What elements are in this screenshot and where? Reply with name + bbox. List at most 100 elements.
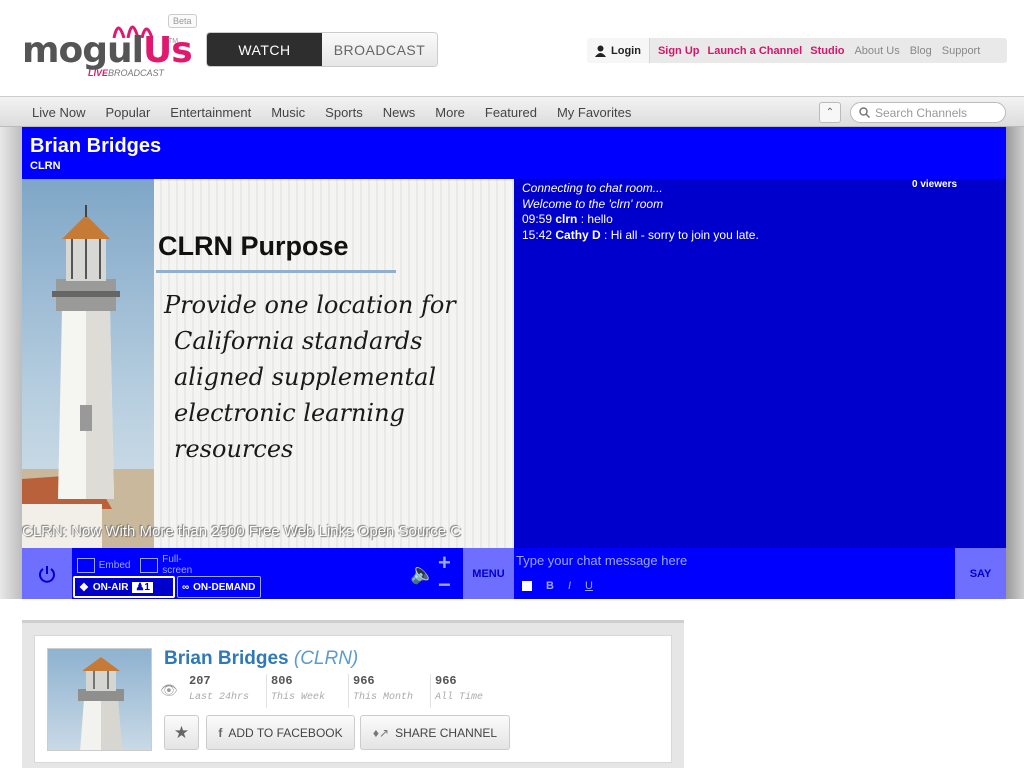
bold-button[interactable]: B bbox=[546, 580, 554, 592]
channel-thumbnail[interactable] bbox=[47, 648, 152, 751]
menu-button[interactable]: MENU bbox=[463, 548, 514, 599]
search-icon bbox=[859, 107, 870, 118]
power-icon bbox=[39, 565, 55, 583]
favorite-button[interactable]: ★ bbox=[164, 715, 199, 750]
facebook-icon: f bbox=[218, 725, 223, 740]
chat-room: 0 viewers Connecting to chat room... Wel… bbox=[514, 179, 1006, 548]
star-icon: ★ bbox=[173, 722, 190, 742]
format-toolbar: B I U bbox=[522, 580, 593, 592]
slide-title: CLRN Purpose bbox=[158, 231, 349, 261]
channel-info-card: Brian Bridges (CLRN) 👁 207 Last 24hrs 80… bbox=[34, 635, 672, 763]
slide-divider bbox=[156, 270, 396, 273]
channel-info-panel: Brian Bridges (CLRN) 👁 207 Last 24hrs 80… bbox=[22, 620, 684, 768]
chat-compose: B I U bbox=[514, 548, 955, 599]
fullscreen-label[interactable]: Full-screen bbox=[162, 554, 211, 576]
slide-line: resources bbox=[174, 435, 294, 463]
nav-featured[interactable]: Featured bbox=[485, 105, 537, 120]
tape-icon: ∞ bbox=[182, 581, 190, 593]
video-player[interactable]: CLRN Purpose Provide one location for Ca… bbox=[22, 179, 514, 548]
stat-this-week: 806 This Week bbox=[267, 674, 349, 708]
underline-button[interactable]: U bbox=[585, 580, 593, 592]
view-stats: 207 Last 24hrs 806 This Week 966 This Mo… bbox=[185, 674, 513, 708]
chat-system-line: Connecting to chat room... bbox=[522, 181, 663, 195]
nav-sports[interactable]: Sports bbox=[325, 105, 363, 120]
nav-entertainment[interactable]: Entertainment bbox=[170, 105, 251, 120]
on-air-button[interactable]: ❖ ON-AIR ♟1 bbox=[73, 576, 175, 598]
search-box bbox=[850, 102, 1006, 123]
chat-log: Connecting to chat room... Welcome to th… bbox=[522, 181, 922, 243]
stat-all-time: 966 All Time bbox=[435, 674, 484, 703]
studio-link[interactable]: Studio bbox=[810, 45, 844, 57]
nav-more[interactable]: More bbox=[435, 105, 465, 120]
channel-subtitle: CLRN bbox=[30, 160, 61, 172]
site-header: mogulUs Beta TM LIVEBROADCAST WATCH BROA… bbox=[0, 0, 1024, 96]
on-air-label: ON-AIR bbox=[92, 581, 129, 593]
add-to-facebook-button[interactable]: f ADD TO FACEBOOK bbox=[206, 715, 355, 750]
power-button[interactable] bbox=[22, 548, 72, 599]
channel-title: Brian Bridges bbox=[30, 135, 162, 157]
broadcast-icon: ❖ bbox=[79, 581, 89, 594]
nav-news[interactable]: News bbox=[383, 105, 416, 120]
stream-options: Embed Full-screen ❖ ON-AIR ♟1 ∞ ON-DEMAN… bbox=[73, 550, 261, 598]
blog-link[interactable]: Blog bbox=[910, 45, 932, 57]
stat-last-24hrs: 207 Last 24hrs bbox=[185, 674, 267, 708]
chat-system-line: Welcome to the 'clrn' room bbox=[522, 196, 664, 211]
share-icon: ♦↗ bbox=[372, 725, 390, 740]
broadcast-tab[interactable]: BROADCAST bbox=[322, 33, 437, 66]
channel-header: Brian Bridges CLRN bbox=[22, 127, 1006, 179]
frame-right-edge bbox=[1006, 127, 1024, 599]
eye-icon: 👁 bbox=[160, 682, 178, 698]
signup-link[interactable]: Sign Up bbox=[658, 45, 700, 57]
slide-line: California standards bbox=[174, 327, 423, 355]
nav-music[interactable]: Music bbox=[271, 105, 305, 120]
logo-wordmark: mogulUs bbox=[22, 30, 193, 71]
account-links: Login Sign Up Launch a Channel Studio Ab… bbox=[587, 38, 1007, 63]
lighthouse-image bbox=[22, 179, 154, 548]
live-viewer-count: ♟1 bbox=[132, 581, 153, 593]
chat-message-input[interactable] bbox=[516, 550, 946, 570]
nav-live-now[interactable]: Live Now bbox=[32, 105, 85, 120]
on-demand-button[interactable]: ∞ ON-DEMAND bbox=[177, 576, 261, 598]
stat-this-month: 966 This Month bbox=[349, 674, 431, 708]
collapse-up-icon[interactable]: ⌃ bbox=[819, 102, 841, 123]
share-label: SHARE CHANNEL bbox=[395, 725, 498, 740]
volume-icon[interactable]: 🔈 bbox=[410, 561, 435, 586]
say-button[interactable]: SAY bbox=[955, 548, 1006, 599]
slide-body: Provide one location for California stan… bbox=[164, 287, 504, 467]
italic-button[interactable]: I bbox=[568, 580, 571, 592]
support-link[interactable]: Support bbox=[942, 45, 981, 57]
nav-popular[interactable]: Popular bbox=[105, 105, 150, 120]
fullscreen-icon[interactable] bbox=[140, 557, 159, 573]
share-channel-button[interactable]: ♦↗ SHARE CHANNEL bbox=[360, 715, 510, 750]
mode-toggle: WATCH BROADCAST bbox=[206, 32, 438, 67]
volume-down-icon[interactable]: − bbox=[438, 572, 451, 598]
slide-line: electronic learning bbox=[174, 399, 405, 427]
nav-my-favorites[interactable]: My Favorites bbox=[557, 105, 631, 120]
news-ticker: CLRN: Now With More than 2500 Free Web L… bbox=[22, 523, 462, 540]
mogulus-logo[interactable]: mogulUs Beta TM LIVEBROADCAST bbox=[22, 14, 197, 82]
about-link[interactable]: About Us bbox=[854, 45, 899, 57]
embed-label[interactable]: Embed bbox=[99, 560, 131, 571]
slide-line: aligned supplemental bbox=[174, 363, 437, 391]
watch-tab[interactable]: WATCH bbox=[207, 33, 322, 66]
launch-channel-link[interactable]: Launch a Channel bbox=[708, 45, 803, 57]
embed-icon[interactable] bbox=[77, 557, 95, 573]
lighthouse-thumbnail-icon bbox=[78, 657, 124, 750]
logo-tagline: LIVEBROADCAST bbox=[88, 68, 165, 78]
card-channel-name[interactable]: Brian Bridges (CLRN) bbox=[164, 648, 358, 670]
slide-line: Provide one location for bbox=[164, 291, 456, 319]
login-label: Login bbox=[611, 44, 641, 57]
category-nav: Live Now Popular Entertainment Music Spo… bbox=[0, 96, 1024, 127]
chat-message: 15:42 Cathy D : Hi all - sorry to join y… bbox=[522, 227, 759, 242]
player-controls: Embed Full-screen ❖ ON-AIR ♟1 ∞ ON-DEMAN… bbox=[22, 548, 514, 599]
beta-badge: Beta bbox=[168, 14, 197, 28]
format-checkbox[interactable] bbox=[522, 581, 532, 591]
login-button[interactable]: Login bbox=[587, 38, 650, 63]
search-input[interactable] bbox=[875, 105, 995, 120]
facebook-label: ADD TO FACEBOOK bbox=[228, 725, 343, 740]
user-icon bbox=[595, 45, 606, 57]
on-demand-label: ON-DEMAND bbox=[193, 581, 256, 593]
frame-left-edge bbox=[0, 127, 22, 599]
lighthouse-icon bbox=[22, 205, 154, 548]
trademark-mark: TM bbox=[168, 38, 179, 45]
